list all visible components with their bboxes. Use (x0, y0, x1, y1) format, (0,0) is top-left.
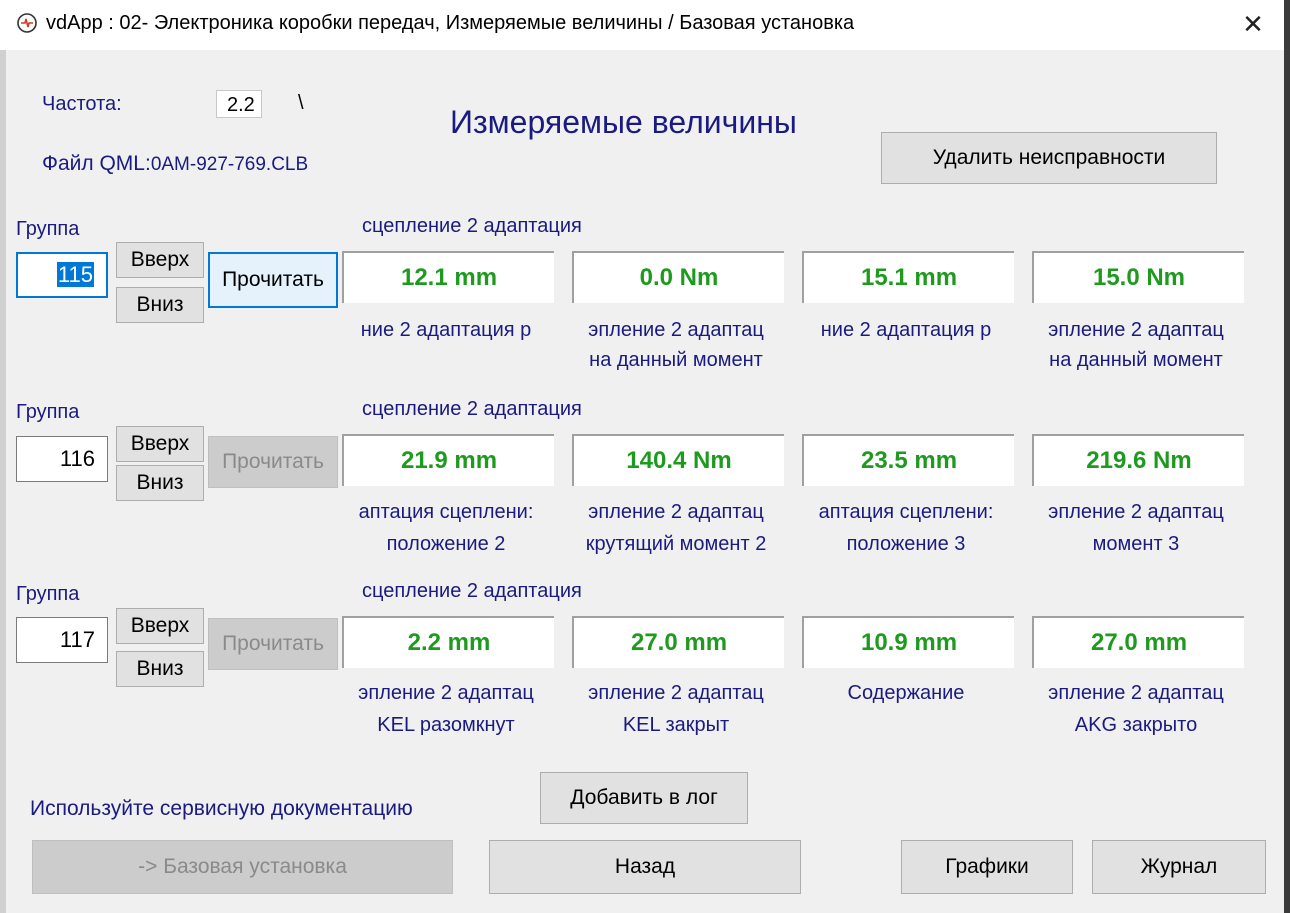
frequency-indicator: \ (298, 92, 304, 114)
frequency-label: Частота: (42, 93, 122, 115)
value-description-line2: крутящий момент 2 (585, 533, 767, 555)
group-number-input[interactable]: 116 (16, 436, 108, 482)
group-caption: сцепление 2 адаптация (362, 215, 582, 237)
clear-faults-button[interactable]: Удалить неисправности (881, 132, 1217, 184)
close-icon[interactable]: ✕ (1236, 6, 1270, 42)
measured-value: 0.0 Nm (572, 251, 784, 303)
value-description-line2: на данный момент (1049, 349, 1223, 371)
group-label: Группа (16, 218, 80, 240)
value-description: ние 2 адаптация р (820, 319, 992, 341)
read-button[interactable]: Прочитать (208, 436, 338, 488)
group-caption: сцепление 2 адаптация (362, 398, 582, 420)
read-button[interactable]: Прочитать (208, 618, 338, 670)
group-down-button[interactable]: Вниз (116, 651, 204, 687)
measured-value: 219.6 Nm (1032, 434, 1244, 486)
value-description-line2: KEL разомкнут (377, 714, 515, 736)
app-logo-icon (16, 12, 38, 34)
value-description-line2: момент 3 (1092, 533, 1180, 555)
page-title: Измеряемые величины (450, 104, 797, 140)
group-up-button[interactable]: Вверх (116, 242, 204, 278)
group-up-button[interactable]: Вверх (116, 608, 204, 644)
measured-value: 10.9 mm (802, 616, 1014, 668)
value-description: эпление 2 адаптац (588, 319, 764, 341)
group-caption: сцепление 2 адаптация (362, 580, 582, 602)
qml-file-name: 0AM-927-769.CLB (150, 154, 309, 175)
value-description: аптация сцеплени: (358, 501, 534, 523)
measured-value: 23.5 mm (802, 434, 1014, 486)
measured-value: 15.1 mm (802, 251, 1014, 303)
value-description-line2: на данный момент (589, 349, 763, 371)
value-description: эпление 2 адаптац (588, 682, 764, 704)
group-up-button[interactable]: Вверх (116, 426, 204, 462)
value-description: эпление 2 адаптац (1048, 319, 1224, 341)
measured-value: 2.2 mm (342, 616, 554, 668)
value-description: эпление 2 адаптац (1048, 501, 1224, 523)
add-to-log-button[interactable]: Добавить в лог (540, 772, 748, 824)
group-label: Группа (16, 583, 80, 605)
value-description-line2: положение 2 (386, 533, 506, 555)
group-down-button[interactable]: Вниз (116, 287, 204, 323)
measured-value: 12.1 mm (342, 251, 554, 303)
value-description: Содержание (847, 682, 965, 704)
group-number-input[interactable]: 117 (16, 617, 108, 663)
frequency-value: 2.2 (216, 90, 262, 118)
basic-setting-button[interactable]: -> Базовая установка (32, 840, 453, 894)
graphs-button[interactable]: Графики (901, 840, 1073, 894)
window-title: vdApp : 02- Электроника коробки передач,… (46, 12, 855, 34)
window-border-left (0, 50, 6, 913)
value-description: эпление 2 адаптац (588, 501, 764, 523)
measured-value: 140.4 Nm (572, 434, 784, 486)
back-button[interactable]: Назад (489, 840, 801, 894)
group-down-button[interactable]: Вниз (116, 465, 204, 501)
value-description-line2: KEL закрыт (622, 714, 730, 736)
read-button[interactable]: Прочитать (208, 252, 338, 308)
measured-value: 27.0 mm (572, 616, 784, 668)
value-description-line2: AKG закрыто (1074, 714, 1198, 736)
value-description: эпление 2 адаптац (1048, 682, 1224, 704)
service-doc-note: Используйте сервисную документацию (30, 797, 413, 820)
measured-value: 15.0 Nm (1032, 251, 1244, 303)
window-border (1284, 0, 1290, 913)
value-description: ние 2 адаптация р (360, 319, 532, 341)
value-description: эпление 2 адаптац (358, 682, 534, 704)
qml-file-info: Файл QML:0AM-927-769.CLB (42, 152, 308, 176)
value-description-line2: положение 3 (846, 533, 966, 555)
journal-button[interactable]: Журнал (1092, 840, 1266, 894)
measured-value: 27.0 mm (1032, 616, 1244, 668)
group-number-input[interactable]: 115 (16, 252, 108, 298)
value-description: аптация сцеплени: (818, 501, 994, 523)
measured-value: 21.9 mm (342, 434, 554, 486)
qml-file-label: Файл QML: (42, 152, 151, 175)
group-label: Группа (16, 401, 80, 423)
